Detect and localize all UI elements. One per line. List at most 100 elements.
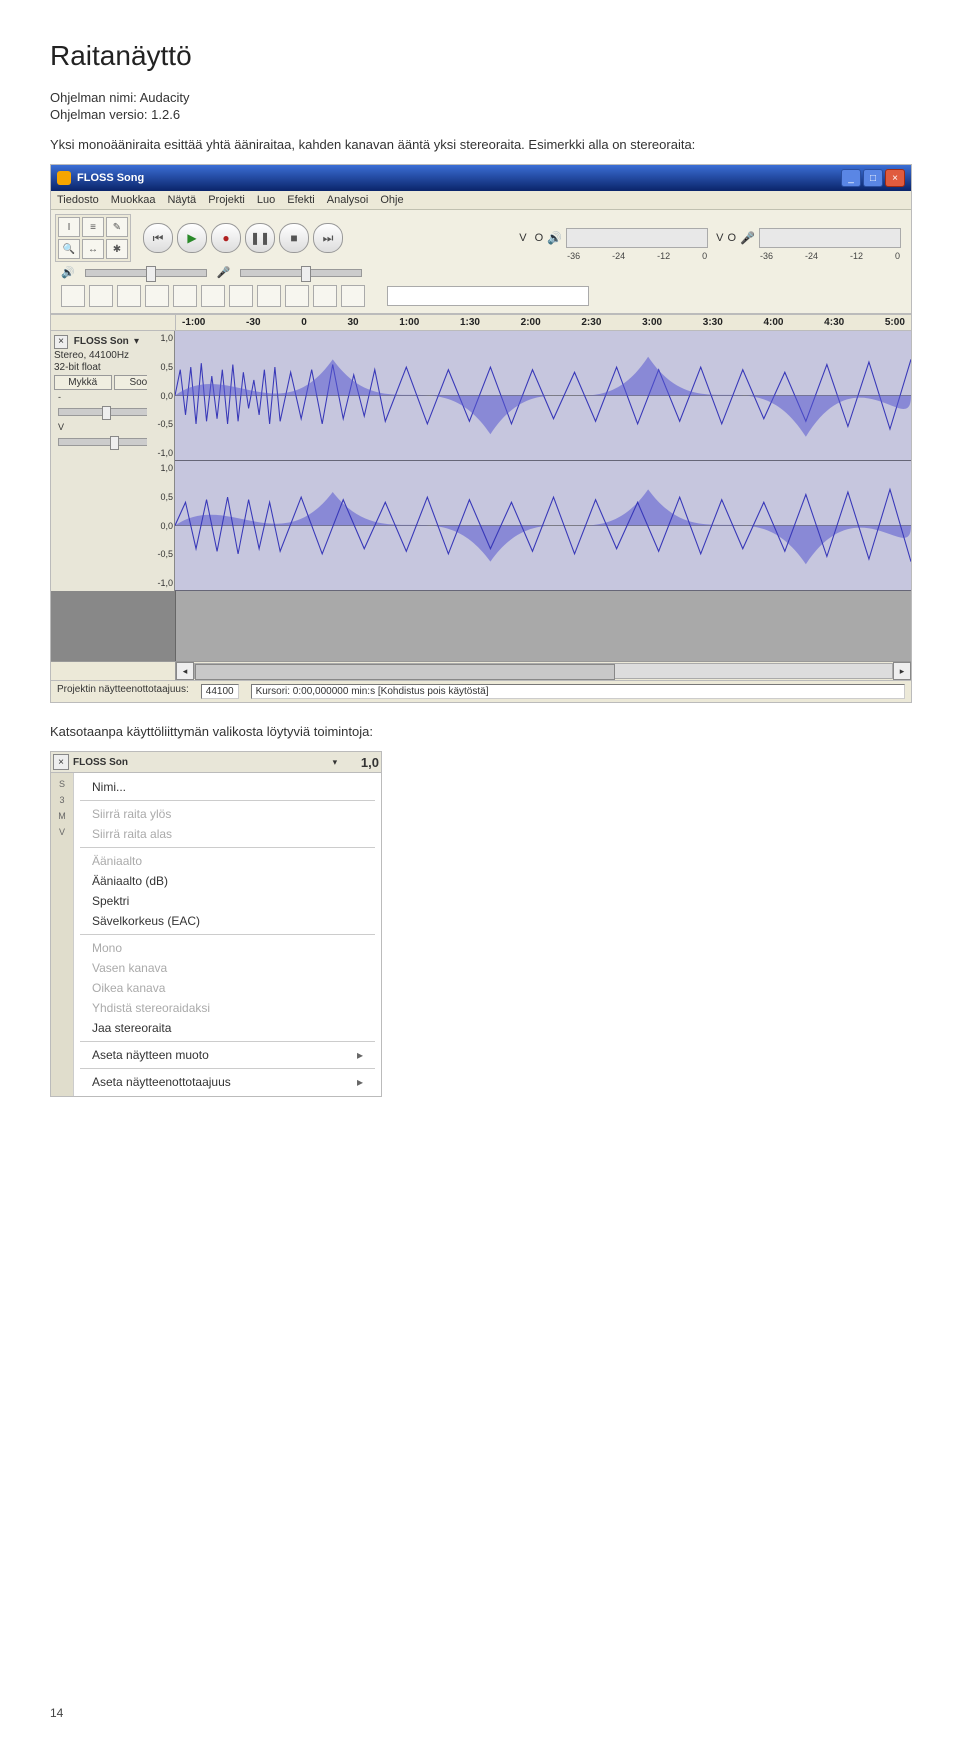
playback-meter[interactable]: -36 -24 -12 0 [566, 228, 708, 248]
meters: V O 🔊 -36 -24 -12 0 V O 🎤 [519, 228, 907, 248]
maximize-button[interactable]: □ [863, 169, 883, 187]
track-menu-dropdown[interactable]: ▾ [132, 336, 142, 347]
menu-item: Ääniaalto [74, 851, 381, 871]
envelope-tool-icon[interactable]: ≡ [82, 217, 104, 237]
silence-button[interactable] [173, 285, 197, 307]
menu-item: Siirrä raita ylös [74, 804, 381, 824]
undo-button[interactable] [201, 285, 225, 307]
meta-version-value: 1.2.6 [151, 107, 180, 122]
trim-button[interactable] [145, 285, 169, 307]
record-button[interactable]: ● [211, 223, 241, 253]
timeline-tick: -1:00 [182, 317, 205, 328]
yaxis-tick: 1,0 [160, 333, 173, 343]
play-button[interactable]: ▶ [177, 223, 207, 253]
panel-fragment-label: 3 [59, 795, 64, 805]
menu-separator [80, 847, 375, 848]
scroll-left-button[interactable]: ◂ [176, 662, 194, 680]
yaxis-tick: 1,0 [160, 463, 173, 473]
mic-icon: 🎤 [217, 266, 231, 279]
redo-button[interactable] [229, 285, 253, 307]
meter-tick: 0 [702, 251, 707, 261]
menu-item[interactable]: Jaa stereoraita [74, 1018, 381, 1038]
timeline-tick: 3:00 [642, 317, 662, 328]
yaxis-tick: -0,5 [157, 419, 173, 429]
menu-item[interactable]: Analysoi [327, 194, 369, 206]
speaker-icon: 🔊 [61, 266, 75, 279]
menu-item[interactable]: Ohje [380, 194, 403, 206]
record-meter[interactable]: -36 -24 -12 0 [759, 228, 901, 248]
pan-left-label: V [58, 422, 64, 432]
minimize-button[interactable]: _ [841, 169, 861, 187]
panel-fragment-label: V [59, 827, 65, 837]
waveform-display[interactable]: 1,0 0,5 0,0 -0,5 -1,0 1,0 0,5 [175, 331, 911, 591]
meta-program-label: Ohjelman nimi: [50, 90, 137, 105]
menu-item[interactable]: Ääniaalto (dB) [74, 871, 381, 891]
menu-separator [80, 1041, 375, 1042]
scroll-right-button[interactable]: ▸ [893, 662, 911, 680]
menu-item[interactable]: Luo [257, 194, 275, 206]
skip-start-button[interactable]: ⏮ [143, 223, 173, 253]
yaxis-tick: 0,0 [160, 391, 173, 401]
menu-item[interactable]: Aseta näytteenottotaajuus [74, 1072, 381, 1092]
panel-fragment-label: M [58, 811, 66, 821]
timeline-tick: 1:00 [399, 317, 419, 328]
track-area: × FLOSS Son ▾ Stereo, 44100Hz 32-bit flo… [51, 331, 911, 591]
close-button[interactable]: × [885, 169, 905, 187]
pause-button[interactable]: ❚❚ [245, 223, 275, 253]
panel-fragment-label: S [59, 779, 65, 789]
track-close-button[interactable]: × [54, 335, 68, 349]
waveform-right-icon [175, 461, 911, 590]
tool-palette: I ≡ ✎ 🔍 ↔ ✱ [55, 214, 131, 262]
zoom-tool-icon[interactable]: 🔍 [58, 239, 80, 259]
window-titlebar: FLOSS Song _ □ × [51, 165, 911, 191]
cut-button[interactable] [61, 285, 85, 307]
menu-item[interactable]: Nimi... [74, 777, 381, 797]
sample-rate-field[interactable]: 44100 [201, 684, 239, 699]
draw-tool-icon[interactable]: ✎ [106, 217, 128, 237]
menu-item[interactable]: Tiedosto [57, 194, 99, 206]
timeline-tick: 30 [347, 317, 358, 328]
skip-end-button[interactable]: ⏭ [313, 223, 343, 253]
fit-selection-button[interactable] [313, 285, 337, 307]
page-number: 14 [50, 1706, 63, 1720]
input-volume-slider[interactable] [240, 269, 362, 277]
paste-button[interactable] [117, 285, 141, 307]
timeshift-tool-icon[interactable]: ↔ [82, 239, 104, 259]
status-bar: Projektin näytteenottotaajuus: 44100 Kur… [51, 680, 911, 702]
menu-item[interactable]: Näytä [167, 194, 196, 206]
copy-button[interactable] [89, 285, 113, 307]
fit-project-button[interactable] [341, 285, 365, 307]
meta-version-label: Ohjelman versio: [50, 107, 148, 122]
zoom-in-button[interactable] [257, 285, 281, 307]
menu-item[interactable]: Sävelkorkeus (EAC) [74, 911, 381, 931]
meter-tick: -24 [612, 251, 625, 261]
zoom-out-button[interactable] [285, 285, 309, 307]
mute-button[interactable]: Mykkä [54, 375, 112, 390]
menu-item[interactable]: Aseta näytteen muoto [74, 1045, 381, 1065]
audacity-screenshot: FLOSS Song _ □ × Tiedosto Muokkaa Näytä … [50, 164, 912, 703]
transport-controls: ⏮ ▶ ● ❚❚ ■ ⏭ [137, 221, 349, 255]
stop-button[interactable]: ■ [279, 223, 309, 253]
input-source-dropdown[interactable] [387, 286, 589, 306]
multi-tool-icon[interactable]: ✱ [106, 239, 128, 259]
output-volume-slider[interactable] [85, 269, 207, 277]
track-close-button[interactable]: × [53, 754, 69, 770]
mic-icon: 🎤 [740, 231, 755, 245]
track-menu-dropdown[interactable]: ▾ [329, 757, 341, 768]
meter-r-label: O [535, 232, 544, 244]
selection-tool-icon[interactable]: I [58, 217, 80, 237]
meter-tick: -12 [657, 251, 670, 261]
menu-item[interactable]: Projekti [208, 194, 245, 206]
meter-l-label: V [716, 232, 723, 244]
menu-item[interactable]: Muokkaa [111, 194, 156, 206]
timeline-tick: 1:30 [460, 317, 480, 328]
app-icon [57, 171, 71, 185]
timeline-ruler[interactable]: -1:00 -30 0 30 1:00 1:30 2:00 2:30 3:00 … [51, 314, 911, 331]
meter-r-label: O [727, 232, 736, 244]
timeline-tick: 2:00 [521, 317, 541, 328]
scrollbar-thumb[interactable] [195, 664, 615, 680]
menu-item[interactable]: Spektri [74, 891, 381, 911]
horizontal-scrollbar[interactable]: ◂ ▸ [51, 661, 911, 680]
meter-tick: -36 [760, 251, 773, 261]
menu-item[interactable]: Efekti [287, 194, 315, 206]
